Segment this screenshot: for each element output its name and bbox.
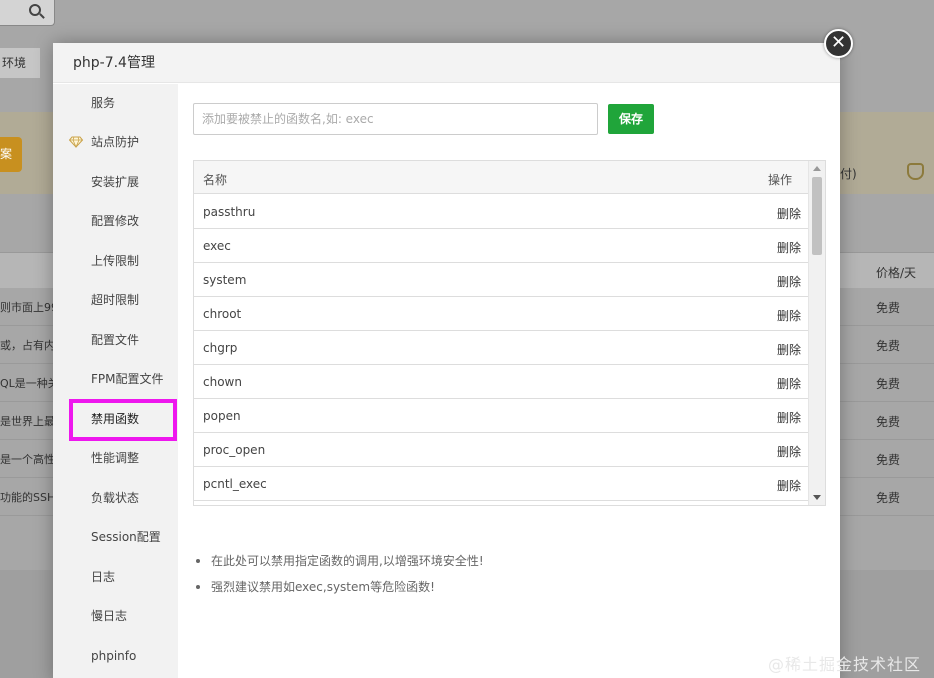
annotation-highlight-box	[69, 399, 177, 441]
sidebar-item-label: 负载状态	[91, 491, 140, 505]
dialog-title: php-7.4管理	[53, 43, 840, 83]
tip-item: 在此处可以禁用指定函数的调用,以增强环境安全性!	[193, 552, 813, 578]
sidebar-item-session-config[interactable]: Session配置	[53, 520, 178, 554]
function-name: pcntl_exec	[203, 477, 267, 491]
background-banner-text: 付)	[840, 167, 857, 181]
sidebar-item-label: 配置文件	[91, 333, 140, 347]
delete-link[interactable]: 删除	[777, 477, 801, 494]
background-search-button	[0, 0, 55, 26]
delete-link[interactable]: 删除	[777, 205, 801, 222]
sidebar-item-install-extensions[interactable]: 安装扩展	[53, 165, 178, 199]
scroll-down-arrow-icon[interactable]	[813, 495, 821, 500]
sidebar-item-service[interactable]: 服务	[53, 86, 178, 120]
background-row-desc: 是世界上最	[0, 415, 54, 428]
table-row: exec 删除	[194, 229, 809, 263]
save-button[interactable]: 保存	[608, 104, 654, 134]
background-row-desc: QL是一种关	[0, 377, 54, 390]
sidebar-item-timeout-limit[interactable]: 超时限制	[53, 283, 178, 317]
table-row: chgrp 删除	[194, 331, 809, 365]
function-name: proc_open	[203, 443, 266, 457]
delete-link[interactable]: 删除	[777, 341, 801, 358]
scroll-up-arrow-icon[interactable]	[813, 166, 821, 171]
function-name: chown	[203, 375, 242, 389]
sidebar-item-slow-log[interactable]: 慢日志	[53, 599, 178, 633]
column-header-name: 名称	[203, 173, 228, 187]
table-row: popen 删除	[194, 399, 809, 433]
function-name-input[interactable]	[193, 103, 598, 135]
table-scrollbar[interactable]	[808, 161, 825, 505]
function-name: passthru	[203, 205, 256, 219]
table-row: chown 删除	[194, 365, 809, 399]
sidebar-item-label: 服务	[91, 96, 116, 110]
function-name: chroot	[203, 307, 242, 321]
sidebar-item-label: 超时限制	[91, 293, 140, 307]
background-tab: 环境	[0, 48, 40, 78]
sidebar-item-phpinfo[interactable]: phpinfo	[53, 639, 178, 673]
background-row-desc: 是一个高性	[0, 453, 54, 466]
background-row-price: 免费	[876, 377, 901, 391]
diamond-icon	[69, 136, 83, 148]
delete-link[interactable]: 删除	[777, 409, 801, 426]
table-header: 名称 操作	[194, 161, 809, 194]
price-header: 价格/天	[876, 266, 917, 280]
table-row: pcntl_exec 删除	[194, 467, 809, 501]
shield-icon	[907, 163, 924, 180]
background-row-desc: 或，占有内存	[0, 339, 54, 352]
close-button[interactable]: ✕	[824, 29, 853, 58]
sidebar-item-label: 安装扩展	[91, 175, 140, 189]
sidebar-item-performance[interactable]: 性能调整	[53, 441, 178, 475]
sidebar-item-fpm-config[interactable]: FPM配置文件	[53, 362, 178, 396]
sidebar-item-log[interactable]: 日志	[53, 560, 178, 594]
background-row-desc: 功能的SSH	[0, 491, 54, 504]
sidebar-item-config-edit[interactable]: 配置修改	[53, 204, 178, 238]
search-icon	[29, 4, 41, 16]
sidebar-item-label: 慢日志	[91, 609, 128, 623]
column-header-action: 操作	[767, 173, 792, 187]
disabled-functions-table: 名称 操作 passthru 删除 exec 删除 system 删除 chroot 删…	[193, 160, 826, 506]
sidebar-item-site-protection[interactable]: 站点防护	[53, 125, 178, 159]
background-row-price: 免费	[876, 491, 901, 505]
delete-link[interactable]: 删除	[777, 307, 801, 324]
function-name: popen	[203, 409, 241, 423]
delete-link[interactable]: 删除	[777, 375, 801, 392]
background-row-price: 免费	[876, 415, 901, 429]
sidebar-item-label: FPM配置文件	[91, 372, 164, 386]
function-name: chgrp	[203, 341, 238, 355]
main-panel: 保存 名称 操作 passthru 删除 exec 删除 system 删除 chro…	[178, 84, 840, 678]
sidebar-item-label: 日志	[91, 570, 116, 584]
delete-link[interactable]: 删除	[777, 239, 801, 256]
table-row: proc_open 删除	[194, 433, 809, 467]
table-row: system 删除	[194, 263, 809, 297]
delete-link[interactable]: 删除	[777, 443, 801, 460]
tip-item: 强烈建议禁用如exec,system等危险函数!	[193, 578, 813, 604]
php-manager-dialog: php-7.4管理 服务 站点防护 安装扩展 配置修改 上传限制 超时限制 配置…	[53, 43, 840, 678]
function-name: system	[203, 273, 247, 287]
scrollbar-thumb[interactable]	[812, 177, 822, 255]
background-row-price: 免费	[876, 453, 901, 467]
sidebar-item-load-status[interactable]: 负载状态	[53, 481, 178, 515]
background-orange-button: 案	[0, 137, 22, 172]
background-row-price: 免费	[876, 301, 901, 315]
tips-list: 在此处可以禁用指定函数的调用,以增强环境安全性! 强烈建议禁用如exec,sys…	[193, 552, 813, 604]
delete-link[interactable]: 删除	[777, 273, 801, 290]
sidebar-item-label: Session配置	[91, 530, 161, 544]
background-row-price: 免费	[876, 339, 901, 353]
close-icon: ✕	[830, 32, 847, 53]
sidebar: 服务 站点防护 安装扩展 配置修改 上传限制 超时限制 配置文件 FPM配置文件…	[53, 84, 178, 678]
sidebar-item-label: phpinfo	[91, 649, 137, 663]
sidebar-item-upload-limit[interactable]: 上传限制	[53, 244, 178, 278]
sidebar-item-config-file[interactable]: 配置文件	[53, 323, 178, 357]
watermark: @稀土掘金技术社区	[768, 655, 922, 674]
function-name: exec	[203, 239, 231, 253]
sidebar-item-label: 站点防护	[91, 135, 140, 149]
sidebar-item-label: 配置修改	[91, 214, 140, 228]
table-row: passthru 删除	[194, 195, 809, 229]
background-row-desc: 则市面上99	[0, 301, 54, 314]
sidebar-item-label: 性能调整	[91, 451, 140, 465]
table-row: chroot 删除	[194, 297, 809, 331]
sidebar-item-label: 上传限制	[91, 254, 140, 268]
